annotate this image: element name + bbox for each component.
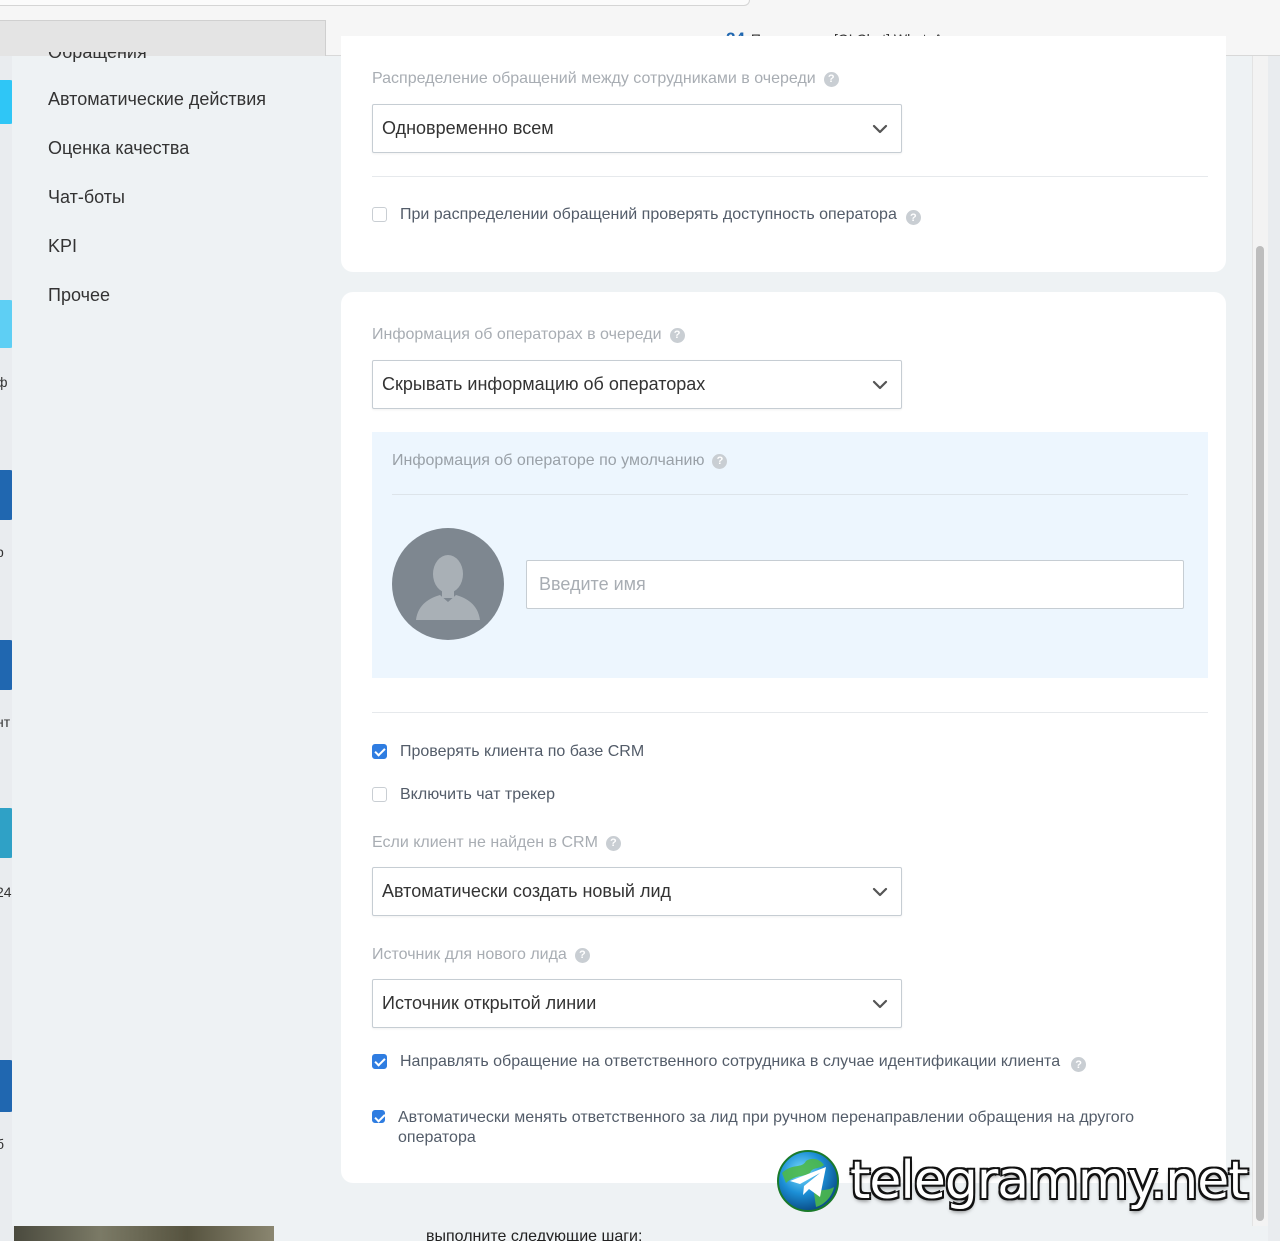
header-tab-area [0, 20, 326, 56]
route-responsible-row[interactable]: Направлять обращение на ответственного с… [372, 1052, 1087, 1072]
background-page-text: выполните следующие шаги: [426, 1228, 643, 1241]
background-photo [14, 1226, 274, 1241]
auto-change-label: Автоматически менять ответственного за л… [398, 1109, 1135, 1146]
settings-slider: Обращения Автоматические действия Оценка… [12, 36, 1268, 1226]
distribution-select-value: Одновременно всем [382, 118, 554, 138]
chevron-down-icon [872, 380, 888, 390]
lead-source-select-value: Источник открытой линии [382, 993, 597, 1013]
help-icon[interactable]: ? [823, 71, 839, 87]
lead-source-select[interactable]: Источник открытой линии [372, 979, 902, 1028]
help-icon[interactable]: ? [605, 835, 621, 851]
scrollbar-thumb[interactable] [1256, 246, 1264, 1221]
check-availability-row[interactable]: При распределении обращений проверять до… [372, 205, 921, 225]
watermark-text: telegrammy.net [850, 1151, 1249, 1211]
settings-sidebar: Обращения Автоматические действия Оценка… [12, 52, 342, 1226]
background-fragment: б [0, 1136, 5, 1152]
default-operator-box: Информация об операторе по умолчанию ? [372, 432, 1208, 678]
sidebar-item-quality[interactable]: Оценка качества [48, 138, 189, 159]
route-responsible-label: Направлять обращение на ответственного с… [400, 1053, 1061, 1070]
operators-info-select-value: Скрывать информацию об операторах [382, 374, 706, 394]
background-right-edge [1268, 56, 1280, 1241]
default-operator-label: Информация об операторе по умолчанию ? [392, 452, 728, 470]
auto-change-row[interactable]: Автоматически менять ответственного за л… [372, 1108, 1202, 1148]
chat-tracker-row[interactable]: Включить чат трекер [372, 785, 555, 805]
background-fragment: ф [0, 374, 8, 390]
operators-info-label-text: Информация об операторах в очереди [372, 326, 662, 343]
background-fragment: нт [0, 714, 11, 730]
check-availability-checkbox[interactable] [372, 207, 387, 222]
chevron-down-icon [872, 124, 888, 134]
check-availability-label: При распределении обращений проверять до… [400, 206, 897, 223]
chevron-down-icon [872, 999, 888, 1009]
distribution-label: Распределение обращений между сотрудника… [372, 70, 839, 88]
route-responsible-checkbox[interactable] [372, 1054, 387, 1069]
crm-check-label: Проверять клиента по базе CRM [400, 743, 645, 760]
operator-avatar[interactable] [392, 528, 504, 640]
distribution-select[interactable]: Одновременно всем [372, 104, 902, 153]
sidebar-item-other[interactable]: Прочее [48, 285, 110, 306]
lead-source-label: Источник для нового лида ? [372, 946, 590, 964]
operators-crm-card: Информация об операторах в очереди ? Скр… [341, 292, 1226, 1183]
operators-info-label: Информация об операторах в очереди ? [372, 326, 685, 344]
not-found-select[interactable]: Автоматически создать новый лид [372, 867, 902, 916]
help-icon[interactable]: ? [574, 947, 590, 963]
lead-source-label-text: Источник для нового лида [372, 946, 567, 963]
chevron-down-icon [872, 887, 888, 897]
help-icon[interactable]: ? [905, 210, 921, 225]
distribution-label-text: Распределение обращений между сотрудника… [372, 70, 816, 87]
telegram-globe-icon [777, 1150, 839, 1212]
not-found-label-text: Если клиент не найден в CRM [372, 834, 598, 851]
not-found-label: Если клиент не найден в CRM ? [372, 834, 621, 852]
operators-info-select[interactable]: Скрывать информацию об операторах [372, 360, 902, 409]
background-fragment: 24 [0, 884, 12, 900]
user-silhouette-icon [416, 555, 480, 620]
sidebar-item-auto-actions[interactable]: Автоматические действия [48, 89, 266, 110]
default-operator-label-text: Информация об операторе по умолчанию [392, 452, 705, 469]
auto-change-checkbox[interactable] [372, 1110, 385, 1123]
help-icon[interactable]: ? [669, 327, 685, 343]
not-found-select-value: Автоматически создать новый лид [382, 881, 672, 901]
slider-scrollbar[interactable] [1252, 56, 1268, 1226]
sidebar-item-kpi[interactable]: KPI [48, 236, 77, 257]
crm-check-checkbox[interactable] [372, 744, 387, 759]
crm-check-row[interactable]: Проверять клиента по базе CRM [372, 742, 644, 762]
chat-tracker-label: Включить чат трекер [400, 786, 555, 803]
queue-settings-card: Распределение обращений между сотрудника… [341, 36, 1226, 272]
help-icon[interactable]: ? [1071, 1057, 1087, 1072]
watermark: telegrammy.net [776, 1148, 1249, 1214]
help-icon[interactable]: ? [712, 453, 728, 469]
divider [372, 712, 1208, 713]
divider [392, 494, 1188, 495]
browser-tab-edge [0, 0, 750, 6]
chat-tracker-checkbox[interactable] [372, 787, 387, 802]
divider [372, 176, 1208, 177]
sidebar-item-chatbots[interactable]: Чат-боты [48, 187, 125, 208]
background-fragment: р [0, 544, 4, 560]
operator-name-input[interactable] [526, 560, 1184, 609]
